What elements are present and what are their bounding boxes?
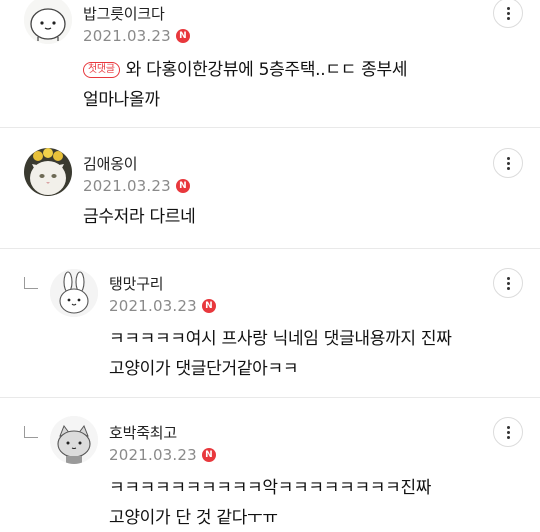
- new-badge: N: [175, 29, 190, 43]
- comment-line: 첫댓글 와 다홍이한강뷰에 5층주택..ㄷㄷ 종부세: [83, 55, 407, 85]
- new-badge: N: [201, 299, 216, 313]
- comment-date: 2021.03.23: [83, 27, 171, 45]
- more-options-button[interactable]: [493, 268, 523, 298]
- comment-date: 2021.03.23: [83, 177, 171, 195]
- more-vertical-icon: [506, 156, 510, 160]
- comment-line: 고양이가 댓글단거같아ㅋㅋ: [109, 359, 299, 379]
- reply-arrow-icon: [24, 277, 38, 289]
- reply-item: 탱맛구리 2021.03.23 N ㅋㅋㅋㅋㅋ여시 프사랑 닉네임 댓글내용까지…: [0, 249, 540, 397]
- comment-body: 금수저라 다르네: [83, 202, 196, 232]
- comment-body: ㅋㅋㅋㅋㅋㅋㅋㅋㅋㅋ악ㅋㅋㅋㅋㅋㅋㅋㅋ진짜 고양이가 단 것 같다ㅜㅠ: [109, 473, 431, 532]
- comment-item: 밥그릇이크다 2021.03.23 N 첫댓글 와 다홍이한강뷰에 5층주택..ㄷ…: [0, 0, 540, 128]
- more-options-button[interactable]: [493, 0, 523, 28]
- comment-meta: 2021.03.23 N: [83, 177, 190, 195]
- reply-arrow-icon: [24, 426, 38, 438]
- comment-body: ㅋㅋㅋㅋㅋ여시 프사랑 닉네임 댓글내용까지 진짜 고양이가 댓글단거같아ㅋㅋ: [109, 324, 452, 384]
- more-vertical-icon-dot: [506, 16, 510, 20]
- avatar[interactable]: [50, 269, 98, 317]
- avatar-white-cat-icon: [24, 148, 72, 196]
- more-vertical-icon-dot: [506, 430, 510, 434]
- avatar[interactable]: [24, 0, 72, 44]
- avatar-cat-character-icon: [50, 416, 98, 464]
- new-badge: N: [175, 179, 190, 193]
- comment-nickname[interactable]: 탱맛구리: [109, 273, 164, 294]
- comment-line: 금수저라 다르네: [83, 207, 196, 227]
- comment-line: ㅋㅋㅋㅋㅋ여시 프사랑 닉네임 댓글내용까지 진짜: [109, 329, 452, 349]
- comment-body: 첫댓글 와 다홍이한강뷰에 5층주택..ㄷㄷ 종부세 얼마나올까: [83, 55, 407, 115]
- more-options-button[interactable]: [493, 148, 523, 178]
- more-vertical-icon: [506, 6, 510, 10]
- avatar[interactable]: [50, 416, 98, 464]
- first-comment-badge: 첫댓글: [83, 62, 120, 78]
- more-vertical-icon-dot: [506, 161, 510, 165]
- comment-line: 얼마나올까: [83, 90, 160, 110]
- reply-item: 호박죽최고 2021.03.23 N ㅋㅋㅋㅋㅋㅋㅋㅋㅋㅋ악ㅋㅋㅋㅋㅋㅋㅋㅋ진짜…: [0, 398, 540, 532]
- comment-nickname[interactable]: 밥그릇이크다: [83, 3, 165, 24]
- comment-line: ㅋㅋㅋㅋㅋㅋㅋㅋㅋㅋ악ㅋㅋㅋㅋㅋㅋㅋㅋ진짜: [109, 478, 432, 498]
- comment-date: 2021.03.23: [109, 297, 197, 315]
- more-vertical-icon: [506, 425, 510, 429]
- more-vertical-icon: [506, 276, 510, 280]
- comment-item: 김애옹이 2021.03.23 N 금수저라 다르네: [0, 128, 540, 248]
- comment-meta: 2021.03.23 N: [109, 297, 216, 315]
- comment-line-text: 와 다홍이한강뷰에 5층주택..ㄷㄷ 종부세: [125, 60, 408, 80]
- comment-nickname[interactable]: 김애옹이: [83, 153, 138, 174]
- more-vertical-icon-dot: [506, 11, 510, 15]
- avatar-blob-character-icon: [24, 0, 72, 44]
- comment-nickname[interactable]: 호박죽최고: [109, 422, 177, 443]
- comment-meta: 2021.03.23 N: [83, 27, 190, 45]
- comment-line: 고양이가 단 것 같다ㅜㅠ: [109, 508, 278, 528]
- more-vertical-icon-dot: [506, 435, 510, 439]
- more-vertical-icon-dot: [506, 286, 510, 290]
- avatar-white-rabbit-icon: [50, 269, 98, 317]
- more-vertical-icon-dot: [506, 281, 510, 285]
- comment-date: 2021.03.23: [109, 446, 197, 464]
- comment-meta: 2021.03.23 N: [109, 446, 216, 464]
- new-badge: N: [201, 448, 216, 462]
- more-options-button[interactable]: [493, 417, 523, 447]
- more-vertical-icon-dot: [506, 166, 510, 170]
- avatar[interactable]: [24, 148, 72, 196]
